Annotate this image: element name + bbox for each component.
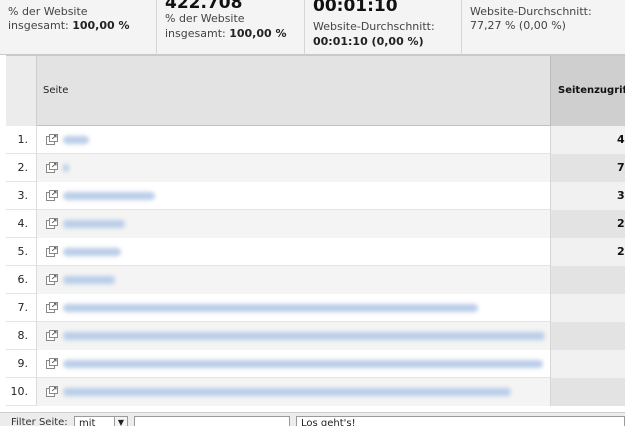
go-button[interactable]: Los geht's!: [296, 416, 625, 426]
row-number: 9.: [6, 350, 37, 378]
summary-3-big: 00:01:10: [313, 0, 398, 16]
row-pageviews: [550, 294, 625, 322]
row-pageviews: 7: [550, 154, 625, 182]
row-pageviews-value: 3: [617, 189, 625, 202]
row-page-cell: [37, 322, 550, 350]
row-pageviews-value: 2: [617, 217, 625, 230]
row-number: 5.: [6, 238, 37, 266]
row-number: 4.: [6, 210, 37, 238]
table-row: 1. 45: [6, 126, 625, 154]
page-link-blurred[interactable]: [63, 248, 121, 256]
summary-3-line2: 00:01:10 (0,00 %): [313, 35, 424, 48]
page-link-blurred[interactable]: [63, 332, 545, 340]
row-pageviews: [550, 266, 625, 294]
row-page-cell: [37, 210, 550, 238]
row-page-cell: [37, 350, 550, 378]
row-pageviews: 2: [550, 238, 625, 266]
summary-1-line2: insgesamt: 100,00 %: [8, 19, 130, 32]
row-number: 1.: [6, 126, 37, 154]
table-row: 2. 7: [6, 154, 625, 182]
summary-3-line1: Website-Durchschnitt:: [313, 20, 435, 33]
summary-col-4: Website-Durchschnitt: 77,27 % (0,00 %): [462, 0, 625, 55]
table-row: 7.: [6, 294, 625, 322]
row-pageviews: [550, 378, 625, 406]
row-page-cell: [37, 378, 550, 406]
table-row: 9.: [6, 350, 625, 378]
summary-1-prefix: insgesamt:: [8, 19, 73, 32]
row-pageviews-value: 7: [617, 161, 625, 174]
summary-2-line2: insgesamt: 100,00 %: [165, 27, 287, 40]
row-page-cell: [37, 182, 550, 210]
row-page-cell: [37, 154, 550, 182]
row-page-cell: [37, 294, 550, 322]
external-link-icon[interactable]: [46, 358, 58, 369]
table-row: 8.: [6, 322, 625, 350]
row-number: 6.: [6, 266, 37, 294]
summary-col-3: 00:01:10 Website-Durchschnitt: 00:01:10 …: [305, 0, 462, 55]
table-row: 3. 3: [6, 182, 625, 210]
summary-2-value: 100,00 %: [229, 27, 287, 40]
table-row: 10.: [6, 378, 625, 406]
filter-mode-select[interactable]: mit ▼: [74, 416, 128, 426]
external-link-icon[interactable]: [46, 302, 58, 313]
external-link-icon[interactable]: [46, 134, 58, 145]
table-row: 6.: [6, 266, 625, 294]
header-number-column: [6, 56, 37, 127]
filter-bar: Filter Seite: mit ▼ Los geht's!: [0, 412, 625, 426]
row-number: 7.: [6, 294, 37, 322]
chevron-down-icon: ▼: [114, 417, 127, 426]
summary-4-line2: 77,27 % (0,00 %): [470, 19, 566, 32]
row-number: 2.: [6, 154, 37, 182]
row-pageviews: 3: [550, 182, 625, 210]
filter-label: Filter Seite:: [11, 417, 68, 426]
row-number: 3.: [6, 182, 37, 210]
header-pageviews[interactable]: Seitenzugriffe: [550, 56, 625, 127]
summary-col-1: % der Website insgesamt: 100,00 %: [0, 0, 157, 55]
external-link-icon[interactable]: [46, 162, 58, 173]
filter-input[interactable]: [134, 416, 290, 426]
summary-bar: % der Website insgesamt: 100,00 % 422.70…: [0, 0, 625, 55]
page-link-blurred[interactable]: [63, 192, 155, 200]
header-pageviews-label: Seitenzugriffe: [558, 85, 625, 96]
row-number: 10.: [6, 378, 37, 406]
page-link-blurred[interactable]: [63, 220, 125, 228]
summary-3-value: 00:01:10 (0,00 %): [313, 35, 424, 48]
external-link-icon[interactable]: [46, 274, 58, 285]
summary-2-line1: % der Website: [165, 12, 245, 25]
row-pageviews-value: 45: [617, 133, 625, 146]
row-pageviews-value: 2: [617, 245, 625, 258]
table-row: 5. 2: [6, 238, 625, 266]
external-link-icon[interactable]: [46, 190, 58, 201]
page-link-blurred[interactable]: [63, 360, 543, 368]
external-link-icon[interactable]: [46, 386, 58, 397]
table-row: 4. 2: [6, 210, 625, 238]
table-header: Seite Seitenzugriffe: [6, 55, 625, 127]
header-page[interactable]: Seite: [43, 85, 68, 96]
external-link-icon[interactable]: [46, 218, 58, 229]
page-link-blurred[interactable]: [63, 388, 511, 396]
row-page-cell: [37, 238, 550, 266]
summary-4-line1: Website-Durchschnitt:: [470, 5, 592, 18]
row-pageviews: 2: [550, 210, 625, 238]
row-number: 8.: [6, 322, 37, 350]
page-link-blurred[interactable]: [63, 304, 478, 312]
summary-2-prefix: insgesamt:: [165, 27, 230, 40]
page-link-blurred[interactable]: [63, 276, 115, 284]
external-link-icon[interactable]: [46, 246, 58, 257]
row-pageviews: [550, 350, 625, 378]
page-link-blurred[interactable]: [63, 136, 89, 144]
row-pageviews: 45: [550, 126, 625, 154]
external-link-icon[interactable]: [46, 330, 58, 341]
filter-mode-value: mit: [79, 418, 96, 426]
summary-col-2: 422.708 % der Website insgesamt: 100,00 …: [157, 0, 305, 55]
summary-1-line1: % der Website: [8, 5, 88, 18]
row-pageviews: [550, 322, 625, 350]
row-page-cell: [37, 266, 550, 294]
summary-1-value: 100,00 %: [72, 19, 130, 32]
page-link-blurred[interactable]: [63, 164, 69, 172]
row-page-cell: [37, 126, 550, 154]
